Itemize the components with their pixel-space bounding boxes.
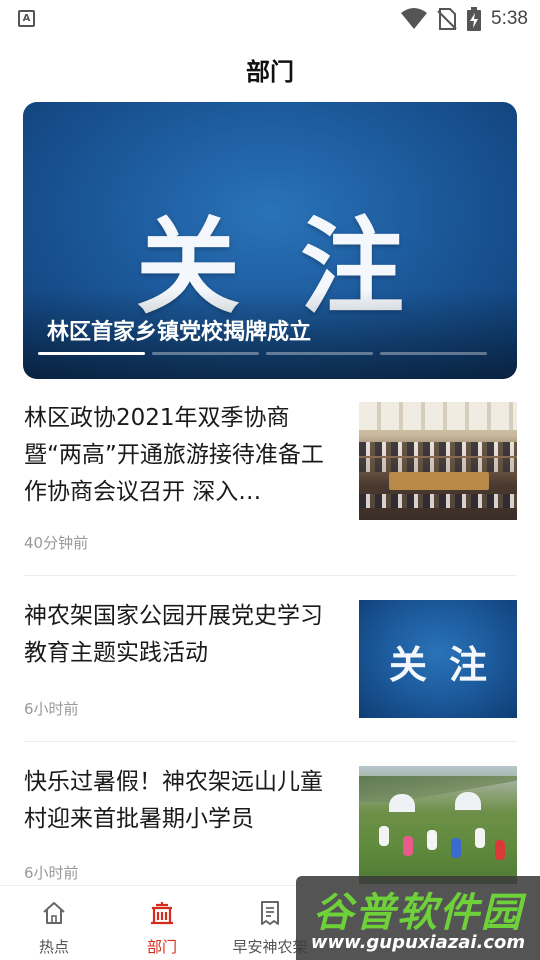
news-title[interactable]: 神农架国家公园开展党史学习教育主题实践活动	[24, 598, 342, 672]
news-time: 6小时前	[24, 864, 79, 882]
page-title: 部门	[246, 58, 294, 86]
wifi-icon	[401, 8, 428, 29]
news-thumbnail[interactable]: 关注	[359, 600, 517, 718]
watermark-url: www.gupuxiazai.com	[310, 932, 526, 953]
carousel-dot	[152, 352, 259, 355]
nav-item-hot[interactable]: 热点	[0, 886, 108, 960]
status-time: 5:38	[491, 8, 528, 29]
carousel-indicator	[38, 352, 487, 355]
document-icon	[261, 901, 279, 925]
carousel-dot	[266, 352, 373, 355]
divider	[24, 741, 517, 742]
nav-item-department[interactable]: 部门	[108, 886, 216, 960]
watermark: 谷普软件园 www.gupuxiazai.com	[296, 876, 540, 960]
banner-carousel[interactable]: 关注 林区首家乡镇党校揭牌成立	[23, 102, 517, 379]
news-title[interactable]: 林区政协2021年双季协商暨“两高”开通旅游接待准备工作协商会议召开 深入…	[24, 400, 342, 511]
status-bar: A 5:38	[0, 0, 540, 38]
no-sim-icon	[437, 8, 457, 30]
news-thumbnail[interactable]	[359, 402, 517, 520]
divider	[24, 575, 517, 576]
nav-label: 部门	[146, 938, 177, 956]
news-item[interactable]: 神农架国家公园开展党史学习教育主题实践活动 6小时前 关注	[0, 598, 540, 738]
a-icon: A	[18, 10, 35, 27]
carousel-dot	[38, 352, 145, 355]
news-thumbnail[interactable]	[359, 766, 517, 884]
news-time: 6小时前	[24, 700, 79, 718]
building-icon	[151, 902, 173, 925]
news-title[interactable]: 快乐过暑假！神农架远山儿童村迎来首批暑期小学员	[24, 764, 342, 838]
news-item[interactable]: 快乐过暑假！神农架远山儿童村迎来首批暑期小学员 6小时前	[0, 764, 540, 884]
thumbnail-text: 关注	[388, 643, 509, 687]
status-icons: 5:38	[401, 6, 528, 32]
news-time: 40分钟前	[24, 534, 89, 552]
nav-label: 热点	[38, 938, 69, 956]
banner-caption[interactable]: 林区首家乡镇党校揭牌成立	[47, 314, 311, 346]
battery-charging-icon	[467, 7, 482, 31]
home-icon	[43, 902, 65, 924]
news-item[interactable]: 林区政协2021年双季协商暨“两高”开通旅游接待准备工作协商会议召开 深入… 4…	[0, 400, 540, 570]
watermark-logo: 谷普软件园	[313, 890, 523, 936]
carousel-dot	[380, 352, 487, 355]
